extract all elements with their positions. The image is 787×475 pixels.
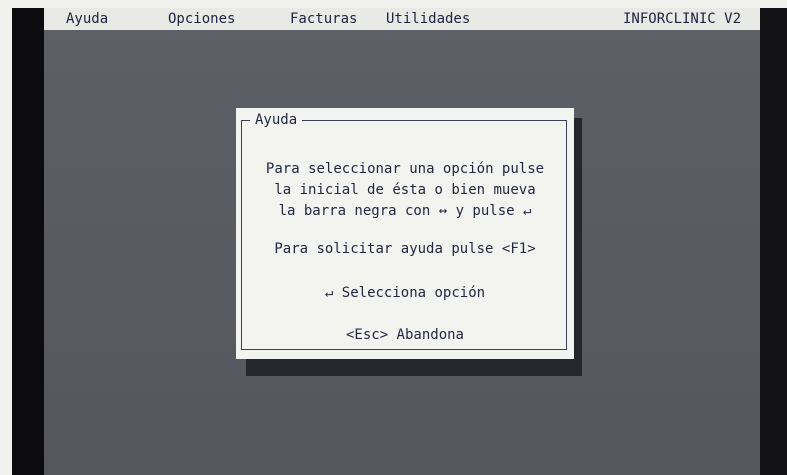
help-text-line: Para seleccionar una opción pulse	[265, 161, 545, 177]
monitor-bezel-right	[756, 8, 787, 475]
menu-item-facturas[interactable]: Facturas	[290, 8, 357, 30]
menu-item-ayuda[interactable]: Ayuda	[66, 8, 108, 30]
help-dialog: Ayuda Para seleccionar una opción pulse …	[236, 108, 574, 359]
app-title: INFORCLINIC V2	[623, 11, 742, 27]
menu-item-utilidades[interactable]: Utilidades	[386, 8, 470, 30]
help-key-hint-esc: <Esc> Abandona	[345, 327, 464, 343]
dialog-border	[241, 120, 567, 350]
help-key-hint-f1: Para solicitar ayuda pulse <F1>	[274, 241, 536, 257]
monitor-bezel-left	[12, 8, 48, 475]
menu-bar: Ayuda Opciones Facturas Utilidades INFOR…	[44, 8, 760, 30]
menu-item-opciones[interactable]: Opciones	[168, 8, 235, 30]
terminal-screen: Ayuda Opciones Facturas Utilidades INFOR…	[44, 8, 760, 475]
help-text-line: la inicial de ésta o bien mueva	[274, 182, 536, 198]
dialog-title: Ayuda	[250, 111, 303, 129]
help-key-hint-enter: ↵ Selecciona opción	[324, 285, 486, 301]
help-text-line: la barra negra con ↔ y pulse ↵	[278, 203, 532, 219]
